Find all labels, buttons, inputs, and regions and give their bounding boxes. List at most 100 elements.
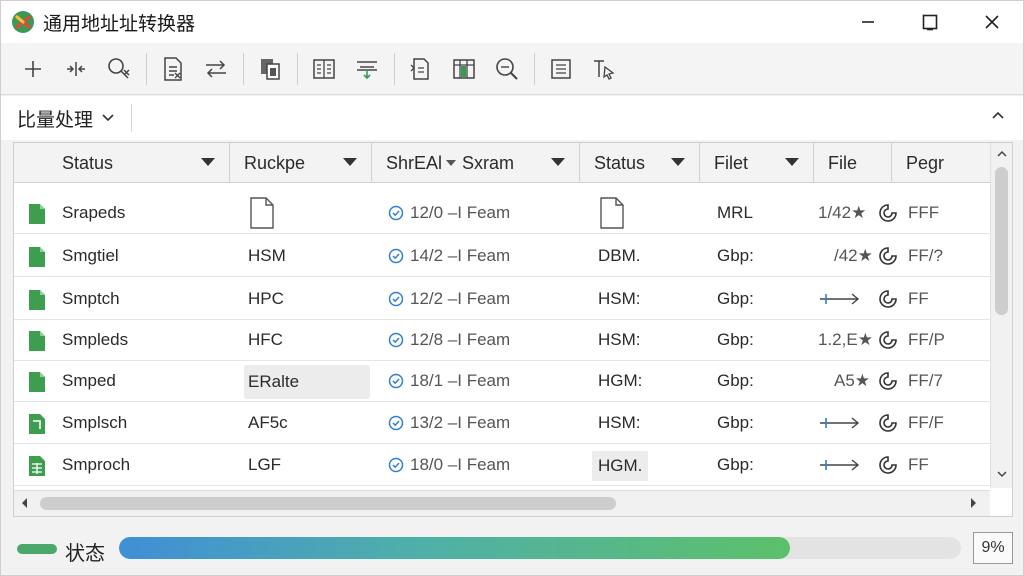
add-button[interactable] [15,51,51,87]
plugin-icon[interactable] [878,444,898,486]
sort-arrow-icon [343,158,357,166]
columns-icon [313,58,335,79]
list-button[interactable] [543,51,579,87]
status-label: 状态 [65,541,105,565]
table-row[interactable]: Smpleds HFC 12/8 –I Feam HSM: Gbp: 1.2,E… [14,319,990,361]
table-row[interactable]: Smplsch AF5c 13/2 –I Feam HSM: Gbp: FF/F [14,402,990,444]
chevron-up-icon[interactable] [991,108,1005,126]
row-status: HGM: [598,371,643,390]
plugin-icon[interactable] [878,235,898,277]
batch-mode-label[interactable]: 比量处理 [17,105,93,132]
blank-page-icon [248,192,276,234]
row-flag: FF/7 [908,371,943,390]
vertical-scroll-thumb[interactable] [995,167,1008,315]
green-file-icon [29,372,45,392]
row-date: 12/0 –I Feam [388,192,510,234]
table-row[interactable]: Smped ERalte 18/1 –I Feam HGM: Gbp: A5★ … [14,360,990,402]
column-header-filet[interactable]: Filet [700,143,814,183]
horizontal-scroll-thumb[interactable] [40,497,616,510]
document-list-button[interactable] [155,51,191,87]
plugin-icon[interactable] [878,278,898,320]
row-file: Gbp: [717,330,754,349]
row-file: Gbp: [717,455,754,474]
row-status: HSM: [598,330,641,349]
row-file: Gbp: [717,246,754,265]
row-type: HSM [248,246,286,265]
column-header-status[interactable]: Status [14,143,230,183]
zoom-button[interactable] [489,51,525,87]
row-name: Smplsch [62,413,128,432]
vertical-scrollbar[interactable] [990,143,1012,488]
toolbar-separator [534,52,535,85]
row-date: 13/2 –I Feam [388,402,510,444]
plugin-icon[interactable] [878,192,898,234]
check-circle-icon [388,248,404,264]
green-grid-file-icon [29,456,45,476]
row-type: HPC [248,289,284,308]
select-button[interactable] [586,51,622,87]
scroll-up-icon[interactable] [996,149,1008,159]
split-button[interactable] [58,51,94,87]
scroll-right-icon[interactable] [968,497,978,509]
row-type: AF5c [248,413,288,432]
align-icon [357,60,377,79]
row-date: 12/2 –I Feam [388,278,510,320]
swap-icon [206,59,226,78]
column-header-shreal[interactable]: ShrEAl Sxram [372,143,580,183]
status-bar: 状态 9% [1,525,1023,575]
row-size: /42★ [834,246,873,265]
check-circle-icon [388,373,404,389]
chevron-down-icon[interactable] [101,113,115,123]
copy-button[interactable] [252,51,288,87]
select-icon [594,59,615,80]
column-header-status-2[interactable]: Status [580,143,700,183]
status-indicator [17,544,57,554]
green-file-icon [29,331,45,351]
columns-button[interactable] [306,51,342,87]
row-name: Smproch [62,455,131,474]
column-header-ruckpe[interactable]: Ruckpe [230,143,372,183]
column-header-file[interactable]: File [814,143,892,183]
row-status: HSM: [598,289,641,308]
row-size: 1.2,E★ [818,330,873,349]
table-row[interactable]: Srapeds 12/0 –I Feam MRL 1/42★ FFF [14,192,990,234]
minimize-button[interactable] [837,1,899,43]
close-button[interactable] [961,1,1023,43]
row-date: 14/2 –I Feam [388,235,510,277]
column-header-pegr[interactable]: Pegr [892,143,990,183]
search-replace-button[interactable] [101,51,137,87]
plugin-icon[interactable] [878,360,898,402]
plugin-icon[interactable] [878,319,898,361]
table-row[interactable]: Smgtiel HSM 14/2 –I Feam DBM. Gbp: /42★ … [14,235,990,277]
toolbar-separator [394,52,395,85]
row-type-field[interactable]: ERalte [244,365,370,399]
horizontal-scrollbar[interactable] [14,490,990,516]
align-button[interactable] [349,51,385,87]
table-row[interactable]: Smptch HPC 12/2 –I Feam HSM: Gbp: FF [14,278,990,320]
row-flag: FF [908,455,929,474]
green-file-icon [29,247,45,267]
sort-arrow-icon [551,158,565,166]
plugin-icon[interactable] [878,402,898,444]
search-replace-icon [108,57,130,79]
maximize-button[interactable] [899,1,961,43]
green-file-icon [29,204,45,224]
close-icon [985,15,999,29]
document-button[interactable] [403,51,439,87]
scroll-down-icon[interactable] [996,469,1008,479]
row-flag: FF/? [908,246,943,265]
zoom-icon [496,57,518,80]
table-row[interactable]: Smproch LGF 18/0 –I Feam HGM. Gbp: FF [14,444,990,486]
swap-button[interactable] [198,51,234,87]
window-controls [837,1,1023,43]
scroll-left-icon[interactable] [20,497,30,509]
dropdown-arrow-icon [446,159,457,166]
row-date: 18/0 –I Feam [388,444,510,486]
row-flag: FF/F [908,413,944,432]
progress-fill [119,537,791,559]
split-icon [67,61,85,76]
row-status: HSM: [598,413,641,432]
toolbar-separator [243,52,244,85]
table-button[interactable] [446,51,482,87]
row-file: Gbp: [717,371,754,390]
